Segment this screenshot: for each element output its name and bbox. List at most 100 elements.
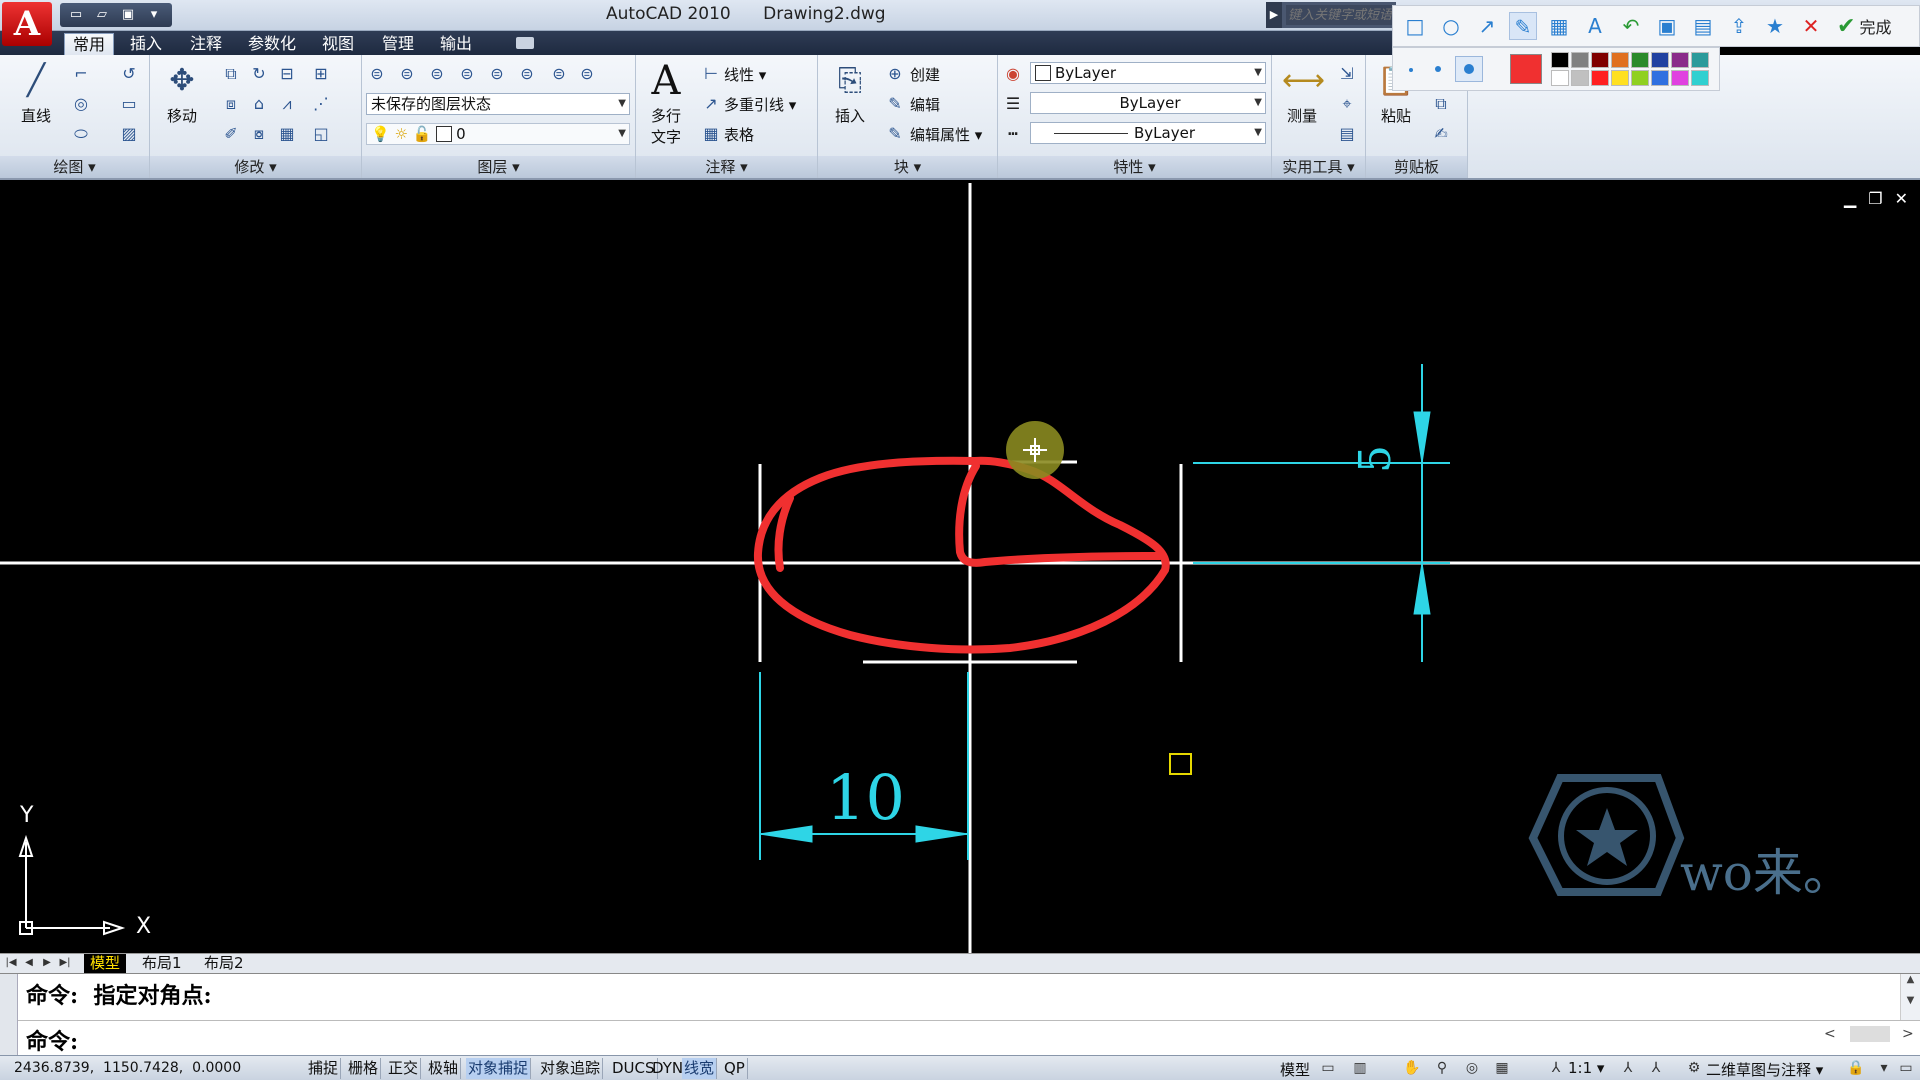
workspace-select[interactable]: 二维草图与注释 ▾ <box>1706 1059 1823 1080</box>
lineweight-icon[interactable]: ☰ <box>1002 93 1024 115</box>
annotation-scale-icon[interactable]: ⅄ <box>1546 1059 1566 1077</box>
copy-icon[interactable]: ⧉ <box>220 63 242 85</box>
toggle-lineweight[interactable]: 线宽 <box>682 1058 718 1079</box>
lock-icon[interactable]: 🔒 <box>1846 1059 1866 1077</box>
ribbon-minimize-button[interactable] <box>516 37 534 49</box>
polyline-icon[interactable]: ⌐ <box>70 63 92 85</box>
table-button[interactable]: 表格 <box>724 124 754 145</box>
ellipse-icon[interactable]: ○ <box>1437 12 1465 40</box>
hscroll-thumb[interactable] <box>1850 1026 1890 1042</box>
table-icon[interactable]: ▦ <box>700 123 722 145</box>
circle-icon[interactable]: ◎ <box>70 93 92 115</box>
layer-isolate-icon[interactable]: ⊜ <box>396 63 418 85</box>
color-swatch-8[interactable] <box>1551 70 1569 86</box>
steering-wheel-icon[interactable]: ◎ <box>1462 1059 1482 1077</box>
multileader-icon[interactable]: ↗ <box>700 93 722 115</box>
color-swatch-9[interactable] <box>1571 70 1589 86</box>
scroll-down-icon[interactable]: ▼ <box>1901 995 1920 1006</box>
workspace-gear-icon[interactable]: ⚙ <box>1684 1059 1704 1077</box>
toggle-otrack[interactable]: 对象追踪 <box>538 1058 604 1079</box>
layer-lock-icon[interactable]: ⊜ <box>486 63 508 85</box>
last-tab-icon[interactable]: ▶| <box>58 955 72 971</box>
tab-model[interactable]: 模型 <box>84 954 127 974</box>
id-point-icon[interactable]: ⌖ <box>1336 93 1358 115</box>
toggle-grid[interactable]: 栅格 <box>346 1058 382 1079</box>
mirror-icon[interactable]: ⩘ <box>276 93 298 115</box>
scroll-right-icon[interactable]: > <box>1902 1026 1914 1042</box>
layer-off-icon[interactable]: ⊜ <box>426 63 448 85</box>
drawing-area[interactable]: ▁ ❐ ✕ 10 5 Y X wo来。 <box>0 183 1920 953</box>
color-swatch-7[interactable] <box>1691 52 1709 68</box>
mtext-button[interactable]: A 多行 文字 <box>640 61 692 147</box>
share-icon[interactable]: ⇪ <box>1725 12 1753 40</box>
toggle-snap[interactable]: 捕捉 <box>306 1058 342 1079</box>
line-button[interactable]: ╱ 直线 <box>10 61 62 126</box>
clean-screen-icon[interactable]: ▭ <box>1896 1059 1916 1077</box>
layer-walk-icon[interactable]: ⊜ <box>516 63 538 85</box>
command-line-grip[interactable] <box>0 974 18 1056</box>
pin-icon[interactable]: ▤ <box>1689 12 1717 40</box>
color-swatch-12[interactable] <box>1631 70 1649 86</box>
quick-select-icon[interactable]: ⇲ <box>1336 63 1358 85</box>
pen-icon[interactable]: ✎ <box>1509 12 1537 40</box>
panel-utilities-title[interactable]: 实用工具 ▾ <box>1272 156 1365 178</box>
rectangle-icon[interactable]: □ <box>1401 12 1429 40</box>
zoom-icon[interactable]: ⚲ <box>1432 1059 1452 1077</box>
layer-previous-icon[interactable]: ⊜ <box>576 63 598 85</box>
qat-dropdown-icon[interactable]: ▾ <box>144 7 164 23</box>
drawing-canvas[interactable] <box>0 183 1920 953</box>
layer-freeze-icon[interactable]: ⊜ <box>456 63 478 85</box>
scale-icon[interactable]: ⧈ <box>220 93 242 115</box>
toggle-ortho[interactable]: 正交 <box>386 1058 422 1079</box>
coordinate-readout[interactable]: 2436.8739, 1150.7428, 0.0000 <box>14 1060 241 1076</box>
showmotion-icon[interactable]: ▦ <box>1492 1059 1512 1077</box>
linear-dimension-icon[interactable]: ⊢ <box>700 63 722 85</box>
color-swatch-0[interactable] <box>1551 52 1569 68</box>
color-swatch-2[interactable] <box>1591 52 1609 68</box>
array-icon[interactable]: ▦ <box>276 123 298 145</box>
color-swatch-10[interactable] <box>1591 70 1609 86</box>
edit-block-icon[interactable]: ✎ <box>884 93 906 115</box>
scroll-left-icon[interactable]: < <box>1824 1026 1836 1042</box>
linetype-icon[interactable]: ┅ <box>1002 123 1024 145</box>
tab-manage[interactable]: 管理 <box>374 33 422 55</box>
rotate-icon[interactable]: ↻ <box>248 63 270 85</box>
layer-state-select[interactable]: 未保存的图层状态 ▼ <box>366 93 630 115</box>
measure-button[interactable]: ⟷ 测量 <box>1276 61 1328 126</box>
copy-clip-icon[interactable]: ⧉ <box>1430 93 1452 115</box>
current-color-swatch[interactable] <box>1510 54 1542 84</box>
color-wheel-icon[interactable]: ◉ <box>1002 63 1024 85</box>
panel-annotation-title[interactable]: 注释 ▾ <box>636 156 817 178</box>
color-swatch-6[interactable] <box>1671 52 1689 68</box>
first-tab-icon[interactable]: |◀ <box>4 955 18 971</box>
toggle-qp[interactable]: QP <box>722 1058 748 1079</box>
edit-attributes-button[interactable]: 编辑属性 ▾ <box>910 124 982 145</box>
chamfer-icon[interactable]: ◱ <box>310 123 332 145</box>
undo-icon[interactable]: ↶ <box>1617 12 1645 40</box>
panel-draw-title[interactable]: 绘图 ▾ <box>0 156 149 178</box>
calculator-icon[interactable]: ▤ <box>1336 123 1358 145</box>
color-swatch-3[interactable] <box>1611 52 1629 68</box>
minimize-icon[interactable]: ▁ <box>1844 189 1856 208</box>
medium-size-icon[interactable] <box>1435 66 1441 72</box>
erase-icon[interactable]: ⊞ <box>310 63 332 85</box>
offset-icon[interactable]: ⧇ <box>248 123 270 145</box>
fillet-icon[interactable]: ✐ <box>220 123 242 145</box>
color-swatch-15[interactable] <box>1691 70 1709 86</box>
current-layer-select[interactable]: 💡 ☼ 🔓 0 ▼ <box>366 123 630 145</box>
match-properties-icon[interactable]: ✍ <box>1430 123 1452 145</box>
ellipse-icon[interactable]: ⬭ <box>70 123 92 145</box>
command-scrollbar[interactable]: ▲ ▼ <box>1900 974 1920 1020</box>
color-swatch-14[interactable] <box>1671 70 1689 86</box>
close-icon[interactable]: ✕ <box>1797 12 1825 40</box>
command-prompt[interactable]: 命令: <box>26 1024 78 1056</box>
tab-home[interactable]: 常用 <box>64 33 115 55</box>
edit-attributes-icon[interactable]: ✎ <box>884 123 906 145</box>
panel-properties-title[interactable]: 特性 ▾ <box>998 156 1271 178</box>
annotation-visibility-icon[interactable]: ⅄ <box>1618 1059 1638 1077</box>
create-block-icon[interactable]: ⊕ <box>884 63 906 85</box>
next-tab-icon[interactable]: ▶ <box>40 955 54 971</box>
done-button[interactable]: ✔ 完成 <box>1837 14 1891 39</box>
tab-view[interactable]: 视图 <box>314 33 362 55</box>
linear-dimension-button[interactable]: 线性 ▾ <box>724 64 766 85</box>
